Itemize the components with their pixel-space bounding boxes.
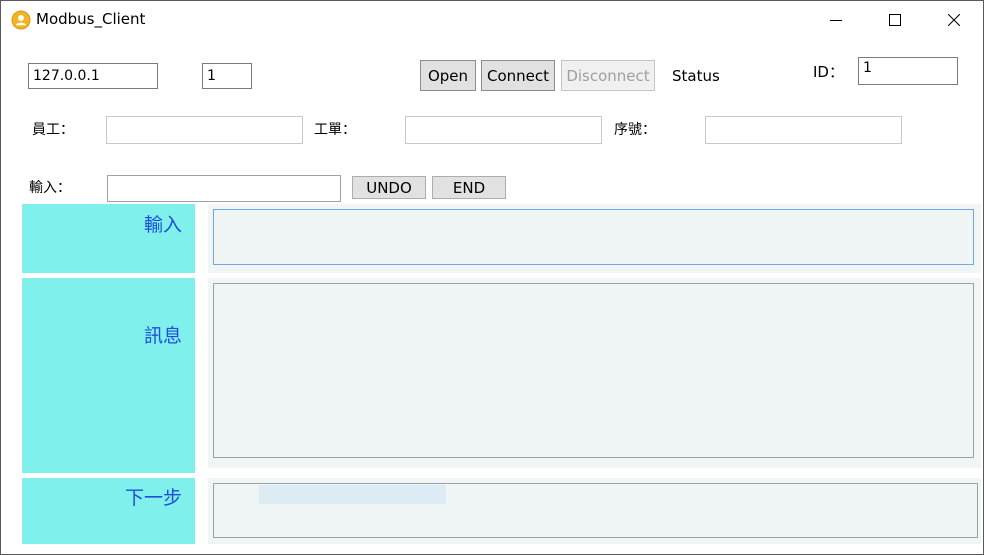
minimize-icon xyxy=(830,20,842,21)
user-circle-icon xyxy=(11,10,31,30)
ip-address-input[interactable] xyxy=(28,63,158,89)
close-icon xyxy=(948,14,960,26)
input-panel-label-cell: 輸入 xyxy=(22,204,195,273)
serial-input[interactable] xyxy=(705,116,902,144)
app-window: Modbus_Client Open Connect Disconnect St… xyxy=(0,0,984,555)
input-panel-label: 輸入 xyxy=(143,214,182,236)
employee-input[interactable] xyxy=(106,116,303,144)
workorder-label: 工單： xyxy=(314,122,356,138)
input-panel-textbox[interactable] xyxy=(213,209,974,265)
status-label: Status xyxy=(672,67,720,85)
connect-button[interactable]: Connect xyxy=(481,60,555,91)
input-label: 輸入： xyxy=(29,180,71,196)
scan-input[interactable] xyxy=(107,175,341,202)
minimize-button[interactable] xyxy=(813,5,859,35)
message-panel-textbox[interactable] xyxy=(213,283,974,458)
next-step-panel-label: 下一步 xyxy=(124,487,182,509)
id-input[interactable] xyxy=(858,57,958,85)
message-panel-label-cell: 訊息 xyxy=(22,278,195,473)
maximize-button[interactable] xyxy=(872,5,918,35)
message-panel-label: 訊息 xyxy=(143,325,182,347)
open-button[interactable]: Open xyxy=(420,60,476,91)
end-button[interactable]: END xyxy=(432,176,506,199)
next-step-panel-label-cell: 下一步 xyxy=(22,478,195,544)
undo-button[interactable]: UNDO xyxy=(352,176,426,199)
serial-label: 序號： xyxy=(614,122,656,138)
ghost-overlay xyxy=(259,485,446,504)
disconnect-button[interactable]: Disconnect xyxy=(561,60,655,91)
maximize-icon xyxy=(889,14,901,26)
port-input[interactable] xyxy=(202,63,252,89)
workorder-input[interactable] xyxy=(405,116,602,144)
close-button[interactable] xyxy=(931,5,977,35)
window-title: Modbus_Client xyxy=(36,10,146,28)
employee-label: 員工： xyxy=(32,122,74,138)
id-label: ID： xyxy=(813,63,844,81)
